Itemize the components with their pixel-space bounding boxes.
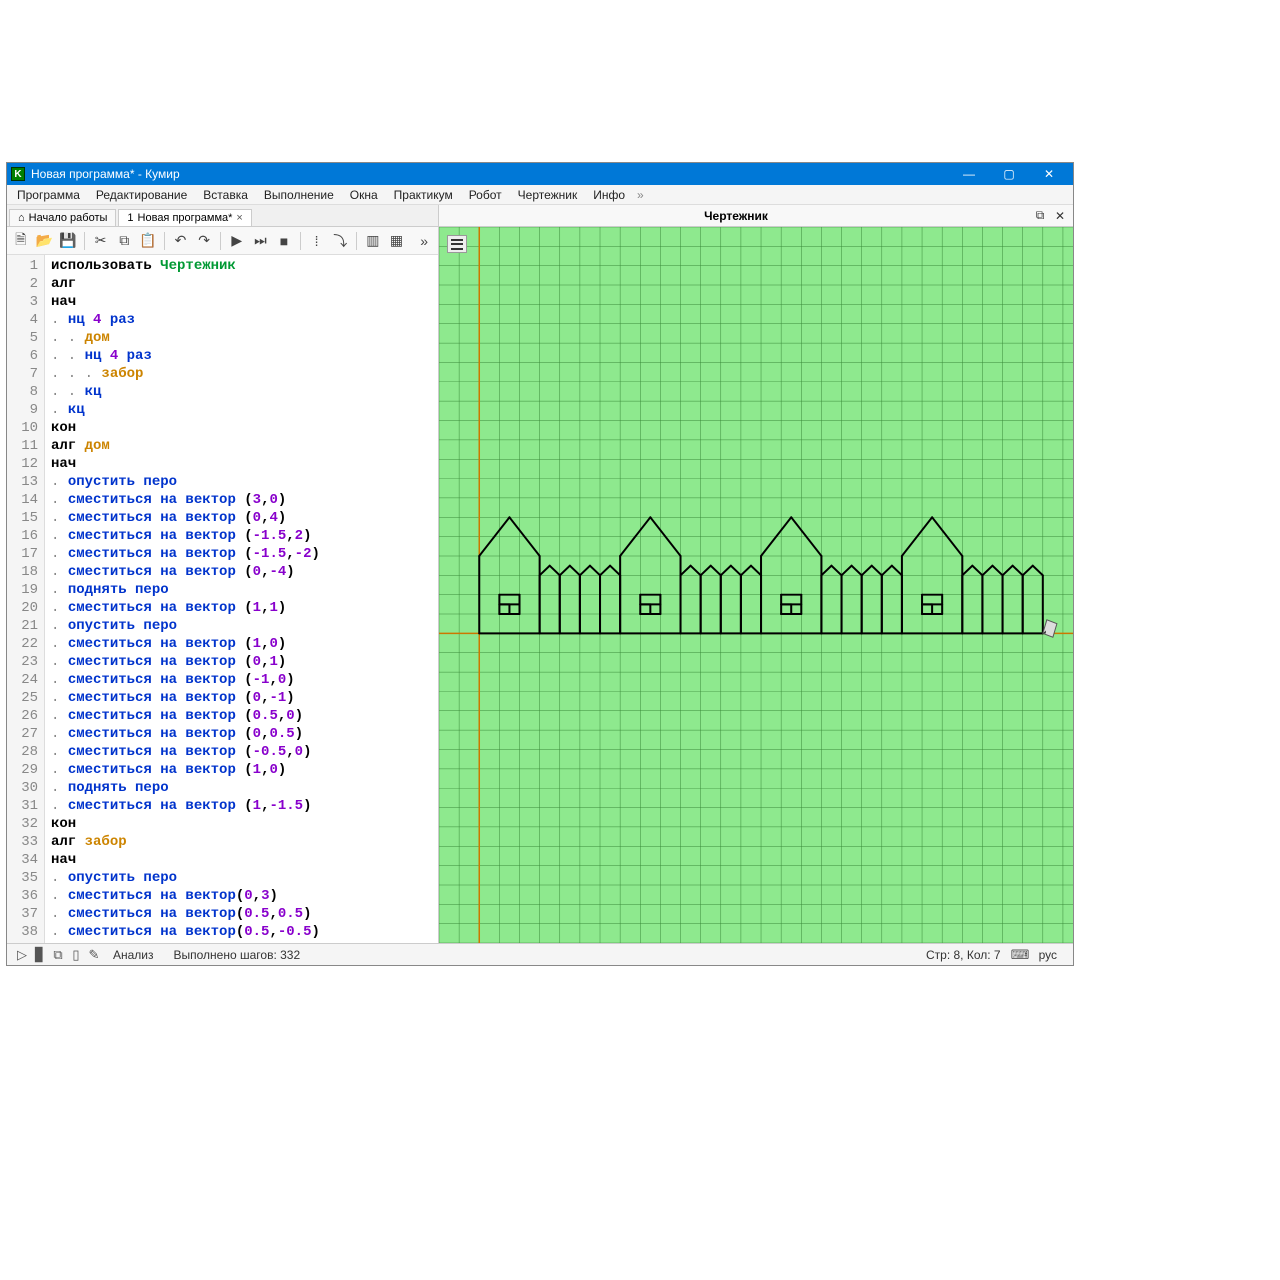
panel-a-icon[interactable]: ▥ [363,231,383,251]
editor-toolbar: 🗎 📂 💾 ✂ ⧉ 📋 ↶ ↷ ▶ ⏭ ■ ⁞ ⤵ ▥ ▦ [7,227,438,255]
menu-windows[interactable]: Окна [342,186,386,204]
menu-insert[interactable]: Вставка [195,186,256,204]
redo-icon[interactable]: ↷ [194,231,214,251]
drawing-canvas[interactable] [439,227,1073,943]
status-steps: Выполнено шагов: 332 [174,948,301,962]
save-file-icon[interactable]: 💾 [58,231,78,251]
menu-edit[interactable]: Редактирование [88,186,195,204]
stop-icon[interactable]: ■ [274,231,294,251]
menu-bar: Программа Редактирование Вставка Выполне… [7,185,1073,205]
status-position: Стр: 8, Кол: 7 [926,948,1001,962]
step-icon[interactable]: ⏭ [251,231,271,251]
open-file-icon[interactable]: 📂 [35,231,55,251]
menu-drafter[interactable]: Чертежник [510,186,586,204]
menu-robot[interactable]: Робот [461,186,510,204]
status-icon-b[interactable]: ▊ [31,947,49,963]
minimize-button[interactable]: — [949,163,989,185]
status-icon-c[interactable]: ⧉ [49,947,67,963]
editor-pane: ⌂Начало работы 1Новая программа*× 🗎 📂 💾 … [7,205,439,943]
layout-b-icon[interactable]: ⤵ [330,231,350,251]
run-icon[interactable]: ▶ [227,231,247,251]
pane-close-icon[interactable]: ✕ [1051,207,1069,225]
status-icon-e[interactable]: ✎ [85,947,103,963]
tab-close-icon[interactable]: × [236,212,242,224]
toolbar-overflow-icon[interactable]: » [414,231,434,251]
status-icon-a[interactable]: ▷ [13,947,31,963]
new-file-icon[interactable]: 🗎 [11,231,31,251]
panel-b-icon[interactable]: ▦ [387,231,407,251]
window-title: Новая программа* - Кумир [31,167,949,181]
status-keyboard-icon[interactable]: ⌨ [1011,947,1029,963]
canvas-menu-icon[interactable] [447,235,467,253]
menu-run[interactable]: Выполнение [256,186,342,204]
tab-start-label: Начало работы [29,212,108,224]
maximize-button[interactable]: ▢ [989,163,1029,185]
pane-popout-icon[interactable]: ⧉ [1031,207,1049,225]
output-title: Чертежник [443,209,1029,223]
cut-icon[interactable]: ✂ [91,231,111,251]
line-gutter: 1234567891011121314151617181920212223242… [7,255,45,943]
menu-practicum[interactable]: Практикум [386,186,461,204]
tab-program[interactable]: 1Новая программа*× [118,209,251,226]
paste-icon[interactable]: 📋 [138,231,158,251]
status-bar: ▷ ▊ ⧉ ▯ ✎ Анализ Выполнено шагов: 332 Ст… [7,943,1073,965]
copy-icon[interactable]: ⧉ [114,231,134,251]
close-button[interactable]: ✕ [1029,163,1069,185]
code-area[interactable]: использовать Чертежникалгнач. нц 4 раз. … [45,255,438,943]
code-editor[interactable]: 1234567891011121314151617181920212223242… [7,255,438,943]
status-analysis: Анализ [113,948,154,962]
workspace: ⌂Начало работы 1Новая программа*× 🗎 📂 💾 … [7,205,1073,943]
status-icon-d[interactable]: ▯ [67,947,85,963]
tab-program-label: Новая программа* [138,212,233,224]
layout-a-icon[interactable]: ⁞ [307,231,327,251]
menu-program[interactable]: Программа [9,186,88,204]
app-logo-icon: K [11,167,25,181]
output-pane: Чертежник ⧉ ✕ [439,205,1073,943]
status-lang: рус [1039,948,1057,962]
tab-start[interactable]: ⌂Начало работы [9,209,116,226]
menu-info[interactable]: Инфо [585,186,633,204]
menu-overflow-icon[interactable]: » [633,188,648,202]
app-window: K Новая программа* - Кумир — ▢ ✕ Програм… [6,162,1074,966]
title-bar[interactable]: K Новая программа* - Кумир — ▢ ✕ [7,163,1073,185]
undo-icon[interactable]: ↶ [171,231,191,251]
editor-tabs: ⌂Начало работы 1Новая программа*× [7,205,438,227]
output-header: Чертежник ⧉ ✕ [439,205,1073,227]
